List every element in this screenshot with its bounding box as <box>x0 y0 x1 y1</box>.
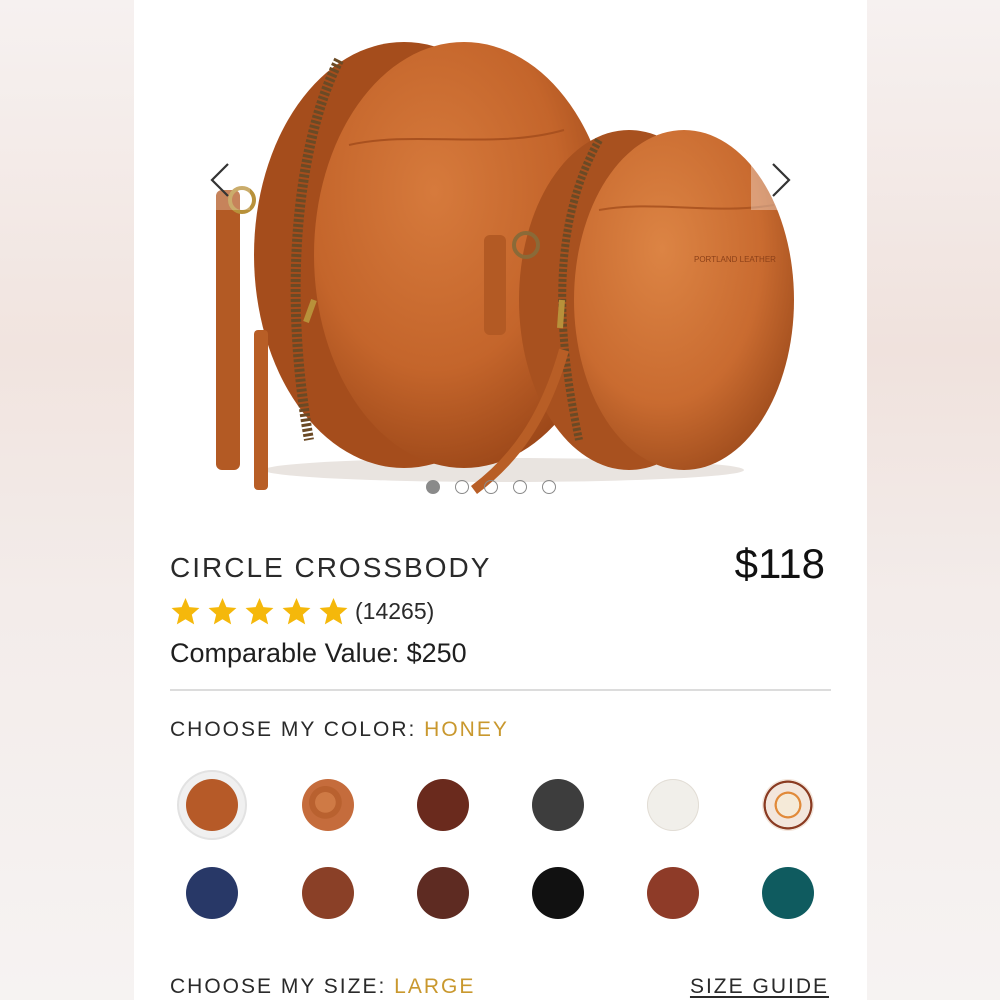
color-heading: CHOOSE MY COLOR: HONEY <box>170 718 509 742</box>
product-rating[interactable]: (14265) <box>170 596 434 627</box>
carousel-dot[interactable] <box>426 480 440 494</box>
selected-color-name: HONEY <box>424 718 509 741</box>
star-icon <box>282 597 311 625</box>
product-title: CIRCLE CROSSBODY <box>170 552 492 583</box>
color-swatch-nutmeg[interactable] <box>302 867 354 919</box>
color-swatch-floral-print[interactable] <box>762 779 814 831</box>
carousel-dot[interactable] <box>455 480 469 494</box>
color-swatch-espresso[interactable] <box>417 867 469 919</box>
chevron-left-icon <box>210 163 229 197</box>
chevron-right-icon <box>772 163 791 197</box>
review-count[interactable]: (14265) <box>355 598 434 625</box>
carousel-indicators <box>426 480 556 494</box>
color-swatch-teal[interactable] <box>762 867 814 919</box>
comparable-value: Comparable Value: $250 <box>170 638 467 668</box>
color-swatch-cognac-dark[interactable] <box>417 779 469 831</box>
carousel-next-button[interactable] <box>751 150 811 210</box>
background-left-blur <box>0 0 134 1000</box>
color-swatch-honey[interactable] <box>186 779 238 831</box>
brand-stamp: PORTLAND LEATHER <box>694 255 776 264</box>
size-heading: CHOOSE MY SIZE: LARGE <box>170 975 475 999</box>
color-swatch-navy[interactable] <box>186 867 238 919</box>
star-icon <box>245 597 274 625</box>
selected-size-name: LARGE <box>394 975 476 998</box>
background-right-blur <box>867 0 1000 1000</box>
product-price: $118 <box>734 540 825 587</box>
carousel-dot[interactable] <box>542 480 556 494</box>
star-icon <box>208 597 237 625</box>
carousel-dot[interactable] <box>484 480 498 494</box>
divider <box>170 689 831 691</box>
color-swatch-charcoal[interactable] <box>532 779 584 831</box>
carousel-prev-button[interactable] <box>190 150 250 210</box>
product-screen: PORTLAND LEATHER CIRCLE CROSSBODY $118 (… <box>134 0 867 1000</box>
size-guide-link[interactable]: SIZE GUIDE <box>690 975 829 999</box>
product-image-carousel[interactable]: PORTLAND LEATHER <box>134 0 867 510</box>
product-photo: PORTLAND LEATHER <box>216 42 794 494</box>
color-swatch-cinnamon[interactable] <box>647 867 699 919</box>
size-label: CHOOSE MY SIZE: <box>170 975 387 998</box>
star-icon <box>171 597 200 625</box>
carousel-dot[interactable] <box>513 480 527 494</box>
color-swatch-bone[interactable] <box>647 779 699 831</box>
color-label: CHOOSE MY COLOR: <box>170 718 417 741</box>
star-icon <box>319 597 348 625</box>
color-swatch-black[interactable] <box>532 867 584 919</box>
color-swatch-embossed-floral[interactable] <box>302 779 354 831</box>
